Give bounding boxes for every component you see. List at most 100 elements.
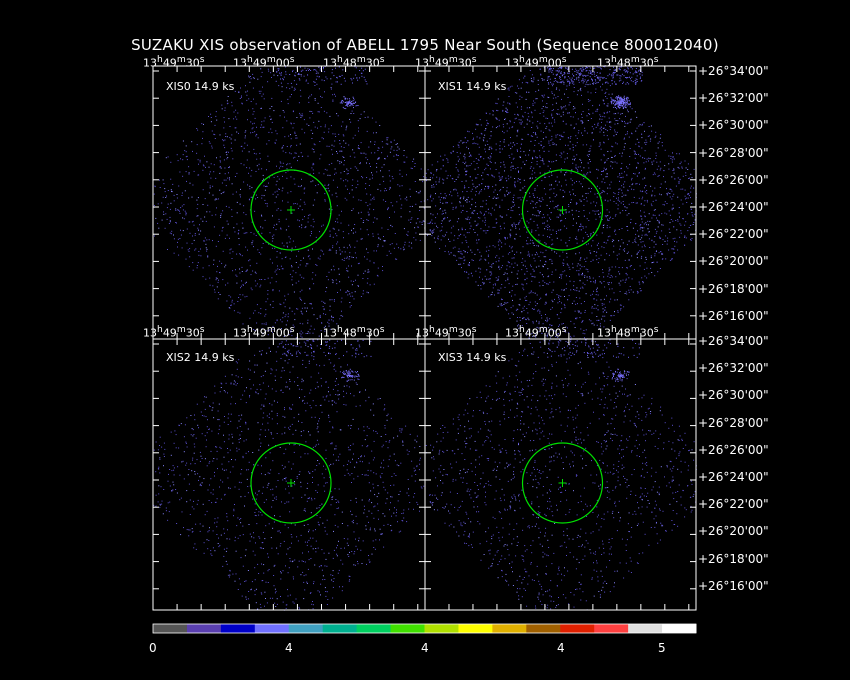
- photon-event: [646, 201, 648, 203]
- photon-event: [609, 288, 611, 290]
- photon-event: [693, 168, 695, 170]
- photon-event: [556, 252, 558, 254]
- photon-event: [517, 167, 519, 168]
- photon-event: [626, 166, 627, 168]
- photon-event: [589, 233, 591, 235]
- photon-event: [551, 307, 553, 309]
- photon-event: [219, 166, 221, 168]
- photon-event: [680, 230, 682, 232]
- photon-event: [568, 205, 570, 207]
- photon-event: [293, 178, 295, 180]
- photon-event: [240, 188, 241, 190]
- photon-event: [467, 140, 469, 142]
- photon-event: [170, 178, 172, 180]
- photon-event: [520, 167, 522, 169]
- photon-event: [253, 246, 254, 248]
- photon-event: [433, 184, 434, 186]
- photon-event: [580, 160, 582, 161]
- photon-event: [575, 123, 577, 125]
- photon-event: [587, 243, 589, 245]
- photon-event: [596, 168, 598, 170]
- photon-event: [484, 144, 486, 146]
- photon-event: [547, 78, 549, 80]
- photon-event: [501, 284, 503, 285]
- photon-event: [301, 289, 303, 291]
- photon-event: [335, 95, 336, 97]
- photon-event: [575, 303, 577, 305]
- photon-event: [619, 212, 621, 214]
- photon-event: [691, 212, 693, 213]
- photon-event: [317, 102, 319, 104]
- photon-event: [556, 314, 558, 316]
- photon-event: [349, 306, 351, 308]
- photon-event: [300, 333, 302, 335]
- photon-event: [202, 276, 204, 278]
- photon-event: [350, 103, 352, 105]
- photon-event: [495, 117, 497, 119]
- photon-event: [246, 159, 248, 161]
- photon-event: [485, 224, 486, 226]
- photon-event: [523, 179, 525, 181]
- photon-event: [280, 73, 282, 75]
- photon-event: [508, 155, 510, 157]
- photon-event: [191, 141, 193, 143]
- photon-event: [234, 139, 236, 141]
- photon-event: [471, 198, 473, 200]
- photon-event: [647, 228, 649, 230]
- photon-event: [643, 204, 645, 206]
- photon-event: [597, 169, 599, 171]
- photon-event: [524, 297, 526, 299]
- photon-event: [563, 259, 565, 261]
- photon-event: [279, 72, 281, 74]
- photon-event: [593, 324, 595, 326]
- photon-event: [295, 135, 297, 136]
- photon-event: [171, 233, 172, 235]
- photon-event: [324, 168, 326, 170]
- photon-event: [643, 211, 645, 213]
- photon-event: [217, 198, 219, 200]
- photon-event: [278, 85, 280, 87]
- photon-event: [630, 218, 632, 220]
- photon-event: [402, 246, 404, 248]
- photon-event: [485, 232, 487, 234]
- photon-event: [641, 277, 643, 279]
- photon-event: [620, 167, 622, 169]
- photon-event: [346, 256, 348, 258]
- photon-event: [280, 78, 281, 80]
- photon-event: [322, 306, 324, 307]
- photon-event: [260, 226, 262, 228]
- photon-event: [226, 136, 228, 138]
- photon-event: [537, 227, 539, 229]
- photon-event: [366, 83, 368, 85]
- photon-event: [514, 186, 516, 188]
- photon-event: [258, 252, 260, 253]
- photon-event: [551, 239, 553, 241]
- photon-event: [314, 99, 316, 101]
- photon-event: [200, 255, 202, 257]
- photon-event: [241, 222, 243, 224]
- photon-event: [307, 263, 309, 265]
- photon-event: [282, 317, 284, 319]
- photon-event: [662, 224, 664, 226]
- photon-event: [448, 253, 450, 255]
- photon-event: [387, 137, 389, 139]
- photon-event: [654, 255, 656, 257]
- photon-event: [651, 130, 653, 132]
- photon-event: [457, 160, 459, 162]
- photon-event: [578, 274, 580, 276]
- photon-event: [433, 228, 435, 230]
- photon-event: [189, 248, 191, 250]
- photon-event: [545, 294, 547, 296]
- photon-event: [209, 187, 211, 189]
- photon-event: [319, 69, 321, 71]
- photon-event: [583, 330, 585, 331]
- photon-event: [417, 192, 419, 194]
- photon-event: [232, 251, 234, 253]
- photon-event: [686, 202, 688, 203]
- photon-event: [186, 159, 188, 161]
- photon-event: [403, 150, 405, 151]
- photon-event: [682, 188, 684, 190]
- photon-event: [204, 198, 206, 200]
- photon-event: [623, 146, 625, 148]
- photon-event: [297, 219, 299, 221]
